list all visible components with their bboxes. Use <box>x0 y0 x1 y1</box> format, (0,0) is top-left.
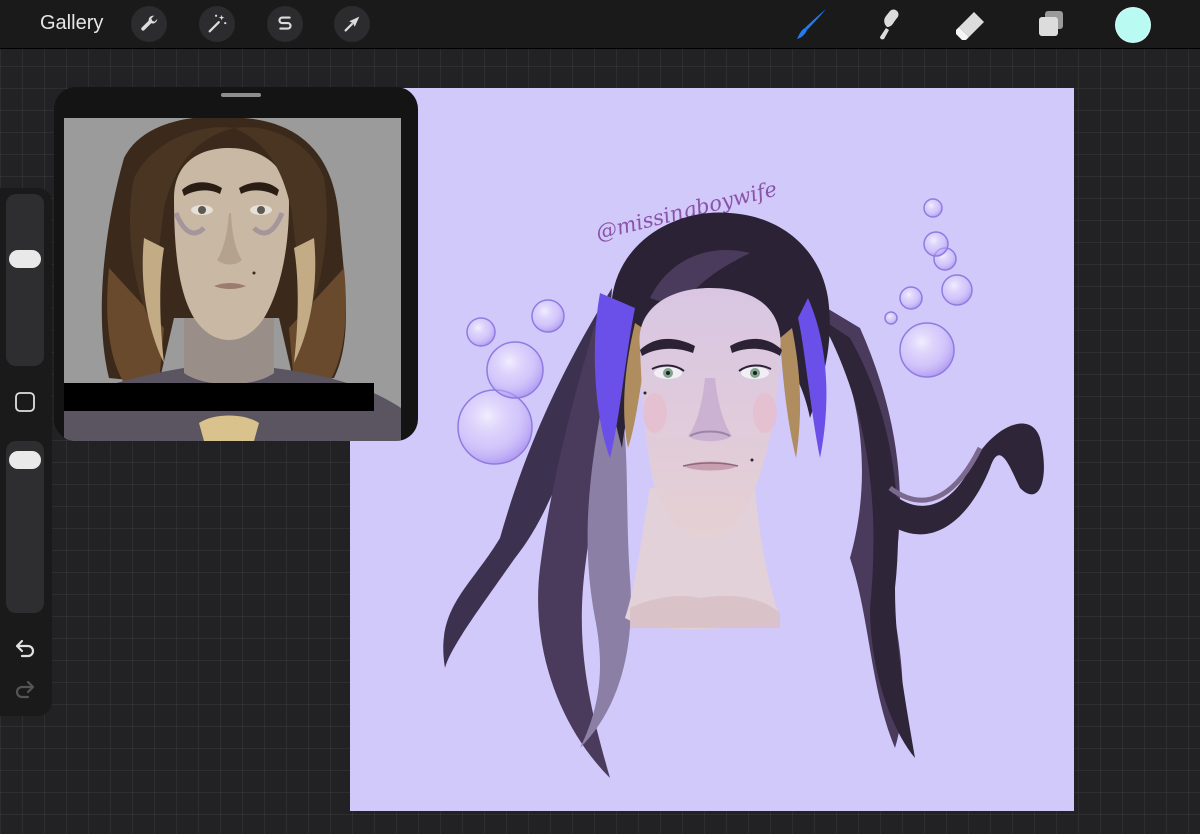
color-picker-button[interactable] <box>1115 7 1151 43</box>
magic-wand-icon <box>208 14 227 33</box>
opacity-slider-thumb[interactable] <box>9 451 41 470</box>
transform-button[interactable] <box>334 6 370 42</box>
redo-button[interactable] <box>10 674 40 704</box>
opacity-slider[interactable] <box>6 441 44 613</box>
selection-s-icon <box>278 16 292 30</box>
modify-button[interactable] <box>10 387 40 417</box>
layers-button[interactable] <box>1033 6 1069 42</box>
brush-tool-button[interactable] <box>794 6 830 42</box>
top-toolbar: Gallery <box>0 0 1200 49</box>
procreate-app: Gallery @missingboywife <box>0 0 1200 834</box>
gallery-button[interactable]: Gallery <box>40 12 103 35</box>
eraser-tool-button[interactable] <box>953 6 989 42</box>
undo-icon <box>15 639 35 658</box>
smudge-tool-button[interactable] <box>873 6 909 42</box>
brush-icon <box>797 9 826 39</box>
reference-window[interactable] <box>54 87 418 441</box>
drawing-canvas[interactable]: @missingboywife <box>350 88 1074 811</box>
undo-button[interactable] <box>10 633 40 663</box>
layers-icon <box>1039 11 1063 36</box>
square-modify-icon <box>15 392 35 412</box>
brush-size-slider-thumb[interactable] <box>9 250 41 269</box>
brush-size-slider[interactable] <box>6 194 44 366</box>
reference-window-handle[interactable] <box>221 93 261 97</box>
eraser-icon <box>956 12 984 40</box>
selection-button[interactable] <box>267 6 303 42</box>
redo-icon <box>15 680 35 699</box>
left-sidebar <box>0 188 52 716</box>
smudge-icon <box>880 9 899 40</box>
redaction-bar <box>64 383 374 411</box>
wrench-icon <box>141 15 158 31</box>
actions-button[interactable] <box>131 6 167 42</box>
adjustments-button[interactable] <box>199 6 235 42</box>
transform-arrow-icon <box>344 16 360 32</box>
